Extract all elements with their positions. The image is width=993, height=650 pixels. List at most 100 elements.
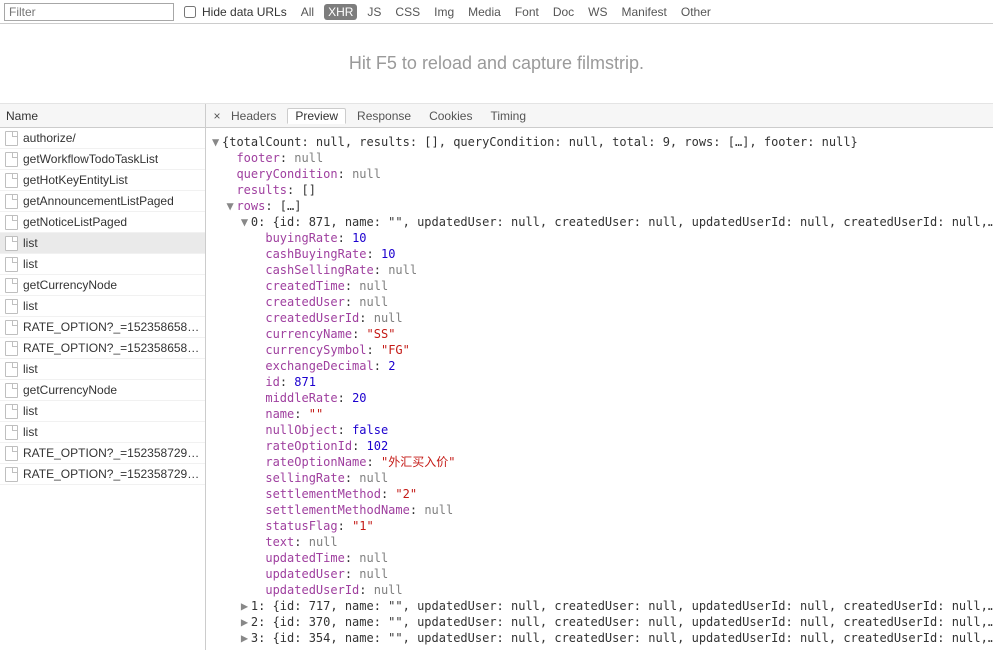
json-line: statusFlag: "1" (212, 518, 983, 534)
json-line: ▼{totalCount: null, results: [], queryCo… (212, 134, 983, 150)
type-tab-all[interactable]: All (297, 4, 318, 20)
request-row[interactable]: list (0, 422, 205, 443)
request-row[interactable]: getWorkflowTodoTaskList (0, 149, 205, 170)
detail-tabs: × Headers Preview Response Cookies Timing (206, 104, 993, 128)
expand-icon[interactable]: ▶ (241, 614, 251, 630)
filter-input[interactable] (4, 3, 174, 21)
json-line: createdUserId: null (212, 310, 983, 326)
hide-data-urls-checkbox[interactable] (184, 6, 196, 18)
json-line: buyingRate: 10 (212, 230, 983, 246)
file-icon (5, 257, 18, 272)
json-line: nullObject: false (212, 422, 983, 438)
json-line: rateOptionName: "外汇买入价" (212, 454, 983, 470)
type-tab-other[interactable]: Other (677, 4, 715, 20)
json-line: cashBuyingRate: 10 (212, 246, 983, 262)
file-icon (5, 173, 18, 188)
type-tab-ws[interactable]: WS (584, 4, 611, 20)
file-icon (5, 446, 18, 461)
request-row[interactable]: getAnnouncementListPaged (0, 191, 205, 212)
detail-panel: × Headers Preview Response Cookies Timing ▼{… (206, 104, 993, 650)
request-row[interactable]: getCurrencyNode (0, 275, 205, 296)
json-line: exchangeDecimal: 2 (212, 358, 983, 374)
expand-icon[interactable]: ▶ (241, 630, 251, 646)
name-panel: Name authorize/getWorkflowTodoTaskList ge… (0, 104, 206, 650)
request-name: getWorkflowTodoTaskList (23, 152, 158, 166)
json-line: id: 871 (212, 374, 983, 390)
name-column-header[interactable]: Name (0, 104, 205, 128)
expand-icon[interactable]: ▼ (212, 134, 222, 150)
file-icon (5, 320, 18, 335)
file-icon (5, 383, 18, 398)
detail-tab-response[interactable]: Response (350, 109, 418, 123)
json-line: name: "" (212, 406, 983, 422)
request-name: RATE_OPTION?_=1523586582… (23, 320, 200, 334)
type-tab-font[interactable]: Font (511, 4, 543, 20)
json-line: cashSellingRate: null (212, 262, 983, 278)
request-name: getHotKeyEntityList (23, 173, 128, 187)
file-icon (5, 236, 18, 251)
file-icon (5, 404, 18, 419)
json-line: results: [] (212, 182, 983, 198)
close-icon[interactable]: × (210, 109, 224, 123)
type-tab-xhr[interactable]: XHR (324, 4, 357, 20)
expand-icon[interactable]: ▶ (241, 598, 251, 614)
network-filter-bar: Hide data URLs All XHR JS CSS Img Media Font Do… (0, 0, 993, 24)
json-line: updatedUserId: null (212, 582, 983, 598)
detail-tab-timing[interactable]: Timing (483, 109, 533, 123)
json-line: settlementMethodName: null (212, 502, 983, 518)
request-row[interactable]: getNoticeListPaged (0, 212, 205, 233)
request-name: list (23, 257, 38, 271)
request-name: RATE_OPTION?_=1523587299… (23, 467, 200, 481)
request-name: list (23, 404, 38, 418)
json-line: ▶2: {id: 370, name: "", updatedUser: nul… (212, 614, 983, 630)
request-row[interactable]: RATE_OPTION?_=1523586582… (0, 317, 205, 338)
type-tab-doc[interactable]: Doc (549, 4, 578, 20)
request-row[interactable]: getCurrencyNode (0, 380, 205, 401)
request-row[interactable]: list (0, 401, 205, 422)
json-line: middleRate: 20 (212, 390, 983, 406)
request-row[interactable]: RATE_OPTION?_=1523587299… (0, 443, 205, 464)
type-tab-media[interactable]: Media (464, 4, 505, 20)
file-icon (5, 131, 18, 146)
request-row[interactable]: list (0, 233, 205, 254)
type-tab-img[interactable]: Img (430, 4, 458, 20)
request-name: getNoticeListPaged (23, 215, 127, 229)
json-line: updatedTime: null (212, 550, 983, 566)
request-row[interactable]: authorize/ (0, 128, 205, 149)
request-row[interactable]: getHotKeyEntityList (0, 170, 205, 191)
request-row[interactable]: RATE_OPTION?_=1523586582… (0, 338, 205, 359)
request-name: list (23, 299, 38, 313)
expand-icon[interactable]: ▼ (226, 198, 236, 214)
json-line: queryCondition: null (212, 166, 983, 182)
detail-tab-preview[interactable]: Preview (287, 108, 346, 124)
type-tab-css[interactable]: CSS (391, 4, 424, 20)
json-line: createdUser: null (212, 294, 983, 310)
json-line: ▶1: {id: 717, name: "", updatedUser: nul… (212, 598, 983, 614)
filmstrip-hint: Hit F5 to reload and capture filmstrip. (0, 24, 993, 104)
resource-type-tabs: All XHR JS CSS Img Media Font Doc WS Manifest Othe… (297, 4, 715, 20)
file-icon (5, 215, 18, 230)
request-row[interactable]: list (0, 254, 205, 275)
type-tab-manifest[interactable]: Manifest (618, 4, 671, 20)
type-tab-js[interactable]: JS (363, 4, 385, 20)
json-line: footer: null (212, 150, 983, 166)
request-row[interactable]: RATE_OPTION?_=1523587299… (0, 464, 205, 485)
file-icon (5, 278, 18, 293)
request-name: list (23, 425, 38, 439)
preview-pane: ▼{totalCount: null, results: [], queryCo… (206, 128, 993, 650)
json-line: sellingRate: null (212, 470, 983, 486)
request-name: authorize/ (23, 131, 76, 145)
expand-icon[interactable]: ▼ (241, 214, 251, 230)
json-line: currencySymbol: "FG" (212, 342, 983, 358)
filmstrip-hint-text: Hit F5 to reload and capture filmstrip. (349, 53, 644, 74)
json-line: text: null (212, 534, 983, 550)
detail-tab-cookies[interactable]: Cookies (422, 109, 479, 123)
hide-data-urls-label: Hide data URLs (202, 5, 287, 19)
file-icon (5, 362, 18, 377)
request-row[interactable]: list (0, 296, 205, 317)
detail-tab-headers[interactable]: Headers (224, 109, 283, 123)
file-icon (5, 341, 18, 356)
request-row[interactable]: list (0, 359, 205, 380)
json-line: ▶3: {id: 354, name: "", updatedUser: nul… (212, 630, 983, 646)
file-icon (5, 299, 18, 314)
